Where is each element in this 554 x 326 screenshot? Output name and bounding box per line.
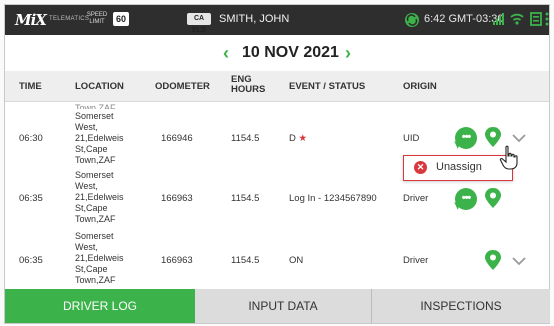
speed-limit-value: 60 bbox=[113, 12, 129, 26]
row-location: Somerset West, 21,Edelweis St,Cape Town,ZAF bbox=[75, 231, 124, 285]
app-frame: MiX TELEMATICS SPEED LIMIT 60 CA ELD SMI… bbox=[4, 4, 550, 324]
clock-time: 6:42 GMT-03:30 bbox=[424, 13, 504, 25]
event-star-icon: ★ bbox=[298, 133, 308, 144]
unassign-label: Unassign bbox=[436, 161, 482, 173]
row-event: ON bbox=[289, 255, 304, 266]
row-eng-hours: 1154.5 bbox=[231, 193, 260, 204]
row-event: D ★ bbox=[289, 133, 307, 144]
close-circle-icon: ✕ bbox=[414, 161, 427, 174]
more-menu-icon[interactable] bbox=[545, 12, 549, 26]
next-day-button[interactable]: › bbox=[345, 43, 351, 64]
sync-status-icon bbox=[405, 13, 419, 27]
date-navigation: ‹ 10 NOV 2021 › bbox=[5, 35, 549, 71]
tab-driver-log[interactable]: DRIVER LOG bbox=[5, 289, 195, 323]
speed-limit-label: SPEED LIMIT bbox=[86, 12, 108, 25]
header-origin: ORIGIN bbox=[403, 81, 437, 92]
status-bar: MiX TELEMATICS SPEED LIMIT 60 CA ELD SMI… bbox=[5, 5, 549, 35]
table-row[interactable]: 06:35 Somerset West, 21,Edelweis St,Cape Tow… bbox=[5, 227, 549, 289]
chat-icon[interactable]: ••• bbox=[455, 127, 477, 149]
row-time: 06:35 bbox=[19, 193, 43, 204]
current-date: 10 NOV 2021 bbox=[242, 44, 339, 61]
tab-inspections[interactable]: INSPECTIONS bbox=[371, 289, 550, 323]
header-time: TIME bbox=[19, 81, 42, 92]
signal-icon bbox=[493, 13, 504, 25]
header-eng-hours: ENG HOURS bbox=[231, 74, 266, 95]
unassign-menu-item[interactable]: ✕ Unassign bbox=[403, 155, 513, 181]
chat-icon[interactable]: ••• bbox=[455, 188, 477, 210]
event-text: D bbox=[289, 133, 296, 144]
row-origin: Driver bbox=[403, 193, 429, 204]
row-location: Somerset West, 21,Edelweis St,Cape Town,ZAF bbox=[75, 170, 124, 224]
header-event-status: EVENT / STATUS bbox=[289, 81, 366, 92]
hand-cursor-icon bbox=[499, 145, 518, 170]
mix-logo: MiX bbox=[15, 11, 47, 29]
header-location: LOCATION bbox=[75, 81, 124, 92]
driver-name[interactable]: SMITH, JOHN bbox=[219, 13, 289, 25]
tab-input-data[interactable]: INPUT DATA bbox=[195, 289, 371, 323]
eld-badge: CA ELD bbox=[187, 13, 211, 34]
row-origin: Driver bbox=[403, 255, 429, 266]
location-pin-icon[interactable] bbox=[483, 187, 503, 209]
row-odometer: 166963 bbox=[161, 255, 193, 266]
chevron-down-icon[interactable] bbox=[511, 132, 527, 144]
row-origin: UID bbox=[403, 133, 420, 144]
wifi-icon bbox=[510, 13, 524, 25]
row-eng-hours: 1154.5 bbox=[231, 133, 260, 144]
bottom-tabs: DRIVER LOG INPUT DATA INSPECTIONS bbox=[5, 289, 550, 323]
table-header: TIME LOCATION ODOMETER ENG HOURS EVENT /… bbox=[5, 71, 549, 102]
header-odometer: ODOMETER bbox=[155, 81, 210, 92]
location-pin-icon[interactable] bbox=[483, 249, 503, 271]
row-time: 06:35 bbox=[19, 255, 43, 266]
row-time: 06:30 bbox=[19, 133, 43, 144]
row-event: Log In - 1234567890 bbox=[289, 193, 377, 204]
row-eng-hours: 1154.5 bbox=[231, 255, 260, 266]
row-odometer: 166963 bbox=[161, 193, 193, 204]
previous-day-button[interactable]: ‹ bbox=[223, 43, 229, 64]
chevron-down-icon[interactable] bbox=[511, 255, 527, 267]
document-icon[interactable] bbox=[530, 12, 542, 26]
row-odometer: 166946 bbox=[161, 133, 193, 144]
row-location: Somerset West, 21,Edelweis St,Cape Town,ZAF bbox=[75, 111, 124, 165]
